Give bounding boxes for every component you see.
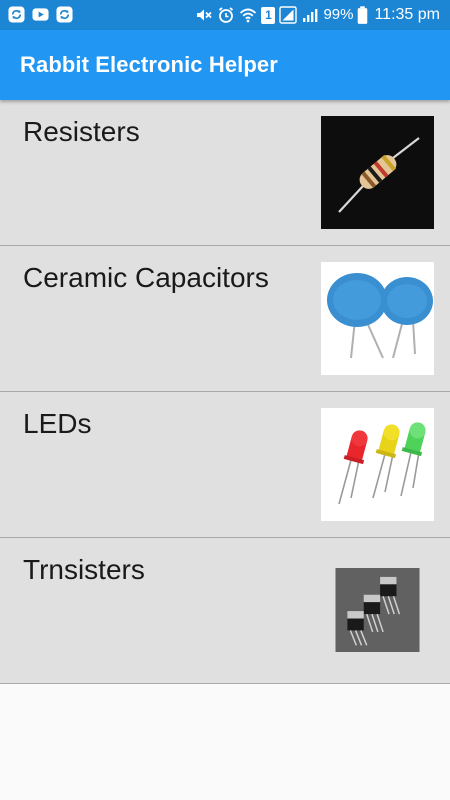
list-item-label: Trnsisters	[23, 554, 145, 585]
sim-badge: 1	[261, 6, 276, 24]
led-image	[321, 408, 434, 521]
notification-icons	[8, 6, 73, 23]
app-title: Rabbit Electronic Helper	[20, 52, 278, 77]
app-bar: Rabbit Electronic Helper	[0, 30, 450, 100]
system-icons: 1 99% 11:35 pm	[195, 4, 440, 26]
clock-time: 11:35 pm	[374, 6, 440, 23]
battery-percent: 99%	[323, 6, 354, 23]
sync-icon	[56, 6, 73, 23]
status-bar: 1 99% 11:35 pm	[0, 0, 450, 30]
alarm-icon	[219, 7, 234, 23]
signal-icon	[303, 9, 318, 22]
sync-icon	[8, 6, 25, 23]
list-item-label: Ceramic Capacitors	[23, 262, 269, 293]
list-item-transistors[interactable]: Trnsisters	[0, 538, 450, 684]
list-item-label: Resisters	[23, 116, 140, 147]
list-item-label: LEDs	[23, 408, 92, 439]
ceramic-capacitor-image	[321, 262, 434, 375]
battery-icon	[358, 5, 368, 24]
transistor-image	[335, 568, 420, 652]
list-item-ceramic-capacitors[interactable]: Ceramic Capacitors	[0, 246, 450, 392]
signal-icon	[279, 6, 298, 24]
list-item-resistors[interactable]: Resisters	[0, 100, 450, 246]
component-list: Resisters Ceramic Capacitors LEDs Trnsis…	[0, 100, 450, 684]
empty-area	[0, 684, 450, 800]
mute-icon	[197, 9, 213, 21]
list-item-leds[interactable]: LEDs	[0, 392, 450, 538]
resistor-image	[321, 116, 434, 229]
wifi-icon	[240, 8, 257, 23]
youtube-icon	[32, 8, 49, 21]
